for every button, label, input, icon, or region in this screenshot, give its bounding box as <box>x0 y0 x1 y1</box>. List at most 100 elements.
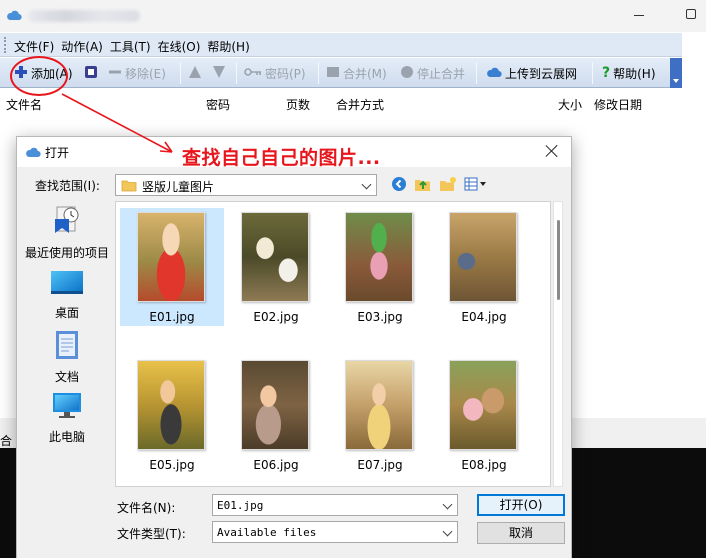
file-name: E01.jpg <box>149 310 195 324</box>
column-password[interactable]: 密码 <box>206 96 230 118</box>
column-merge-mode[interactable]: 合并方式 <box>336 96 384 118</box>
photo-thumbnail <box>345 360 413 450</box>
window-titlebar <box>0 0 706 32</box>
chevron-down-icon[interactable] <box>361 179 372 190</box>
vertical-scrollbar[interactable] <box>553 201 563 487</box>
move-down-button[interactable] <box>212 64 229 82</box>
menu-online[interactable]: 在线(O) <box>158 38 201 55</box>
app-window: 文件(F) 动作(A) 工具(T) 在线(O) 帮助(H) 添加(A) 移除(E… <box>0 0 706 558</box>
photo-thumbnail <box>345 212 413 302</box>
filename-value: E01.jpg <box>217 499 264 512</box>
menu-action[interactable]: 动作(A) <box>61 38 103 55</box>
place-this-pc-label: 此电脑 <box>48 430 85 444</box>
minimize-icon[interactable] <box>634 15 644 16</box>
toolbar-separator <box>236 62 237 84</box>
filename-input[interactable]: E01.jpg <box>212 494 458 516</box>
file-name: E08.jpg <box>461 458 507 472</box>
open-dialog: 打开 查找范围(I): 竖版儿童图片 最近使用的项目 桌面 文档 此电脑 E01… <box>16 136 572 558</box>
open-button[interactable]: 打开(O) <box>477 494 565 516</box>
filetype-label: 文件类型(T): <box>117 527 186 541</box>
place-this-pc[interactable]: 此电脑 <box>21 391 113 445</box>
move-up-button[interactable] <box>188 64 205 82</box>
filetype-value: Available files <box>217 526 317 539</box>
menubar-grip <box>4 37 6 53</box>
back-icon[interactable] <box>391 176 407 195</box>
password-label: 密码(P) <box>265 66 306 81</box>
window-title-blurred <box>28 10 140 22</box>
key-icon <box>244 66 262 81</box>
toolbar-overflow-icon[interactable] <box>670 58 682 88</box>
stop-merge-button[interactable]: 停止合并 <box>400 64 465 82</box>
place-recent[interactable]: 最近使用的项目 <box>21 205 113 261</box>
menu-file[interactable]: 文件(F) <box>14 38 54 55</box>
up-folder-icon[interactable] <box>414 176 432 195</box>
file-item[interactable]: E03.jpg <box>328 208 432 326</box>
photo-thumbnail <box>137 360 205 450</box>
cancel-button[interactable]: 取消 <box>477 522 565 544</box>
toolbar-separator <box>180 62 181 84</box>
file-name: E02.jpg <box>253 310 299 324</box>
folder-icon <box>121 179 137 195</box>
column-pages[interactable]: 页数 <box>286 96 310 118</box>
cloud-app-icon <box>25 146 41 161</box>
view-menu-icon[interactable] <box>464 177 488 194</box>
help-label: 帮助(H) <box>613 66 656 81</box>
close-icon[interactable] <box>545 144 559 158</box>
column-modified[interactable]: 修改日期 <box>594 96 642 118</box>
file-name: E07.jpg <box>357 458 403 472</box>
stop-square-icon <box>84 65 98 82</box>
cloud-app-icon <box>6 9 22 21</box>
remove-button[interactable]: 移除(E) <box>108 64 166 82</box>
menu-help[interactable]: 帮助(H) <box>207 38 249 55</box>
scrollbar-thumb[interactable] <box>557 220 560 300</box>
photo-thumbnail <box>449 360 517 450</box>
triangle-down-icon <box>212 65 226 82</box>
minus-icon <box>108 65 122 82</box>
file-item[interactable]: E04.jpg <box>432 208 536 326</box>
stop-merge-label: 停止合并 <box>417 66 466 81</box>
photo-thumbnail <box>241 360 309 450</box>
file-item[interactable]: E05.jpg <box>120 356 224 474</box>
filename-label: 文件名(N): <box>117 501 176 515</box>
remove-label: 移除(E) <box>125 66 166 81</box>
place-documents-label: 文档 <box>54 370 79 384</box>
menu-tools[interactable]: 工具(T) <box>110 38 151 55</box>
triangle-up-icon <box>188 65 202 82</box>
file-thumbnail-view[interactable]: E01.jpg E02.jpg E03.jpg E04.jpg E05.jpg … <box>115 201 551 487</box>
file-name: E05.jpg <box>149 458 195 472</box>
file-item[interactable]: E02.jpg <box>224 208 328 326</box>
merge-button[interactable]: 合并(M) <box>326 64 387 82</box>
file-item[interactable]: E06.jpg <box>224 356 328 474</box>
new-folder-icon[interactable] <box>439 176 457 195</box>
help-button[interactable]: ? 帮助(H) <box>602 64 656 82</box>
chevron-down-icon[interactable] <box>442 499 453 510</box>
maximize-icon[interactable] <box>686 9 696 19</box>
cloud-upload-icon <box>486 66 502 81</box>
password-button[interactable]: 密码(P) <box>244 64 306 82</box>
place-desktop[interactable]: 桌面 <box>21 269 113 321</box>
desktop-icon <box>50 271 84 300</box>
look-in-dropdown[interactable]: 竖版儿童图片 <box>115 174 377 196</box>
toolbar-separator <box>592 62 593 84</box>
file-name: E06.jpg <box>253 458 299 472</box>
file-name: E04.jpg <box>461 310 507 324</box>
upload-button[interactable]: 上传到云展网 <box>486 64 577 82</box>
toolbar-separator <box>476 62 477 84</box>
file-item[interactable]: E01.jpg <box>120 208 224 326</box>
file-item[interactable]: E08.jpg <box>432 356 536 474</box>
column-filename[interactable]: 文件名 <box>6 96 42 118</box>
stop-square-button[interactable] <box>84 64 101 82</box>
file-item[interactable]: E07.jpg <box>328 356 432 474</box>
place-documents[interactable]: 文档 <box>21 329 113 385</box>
dialog-title: 打开 <box>45 146 70 160</box>
upload-label: 上传到云展网 <box>505 66 578 81</box>
chevron-down-icon[interactable] <box>442 526 453 537</box>
annotation-ellipse <box>10 56 68 96</box>
places-bar: 最近使用的项目 桌面 文档 此电脑 <box>21 199 113 489</box>
place-desktop-label: 桌面 <box>54 306 79 320</box>
filetype-dropdown[interactable]: Available files <box>212 521 458 543</box>
stop-circle-icon <box>400 65 414 82</box>
photo-thumbnail <box>241 212 309 302</box>
recent-items-icon <box>51 206 83 240</box>
column-size[interactable]: 大小 <box>558 96 582 118</box>
